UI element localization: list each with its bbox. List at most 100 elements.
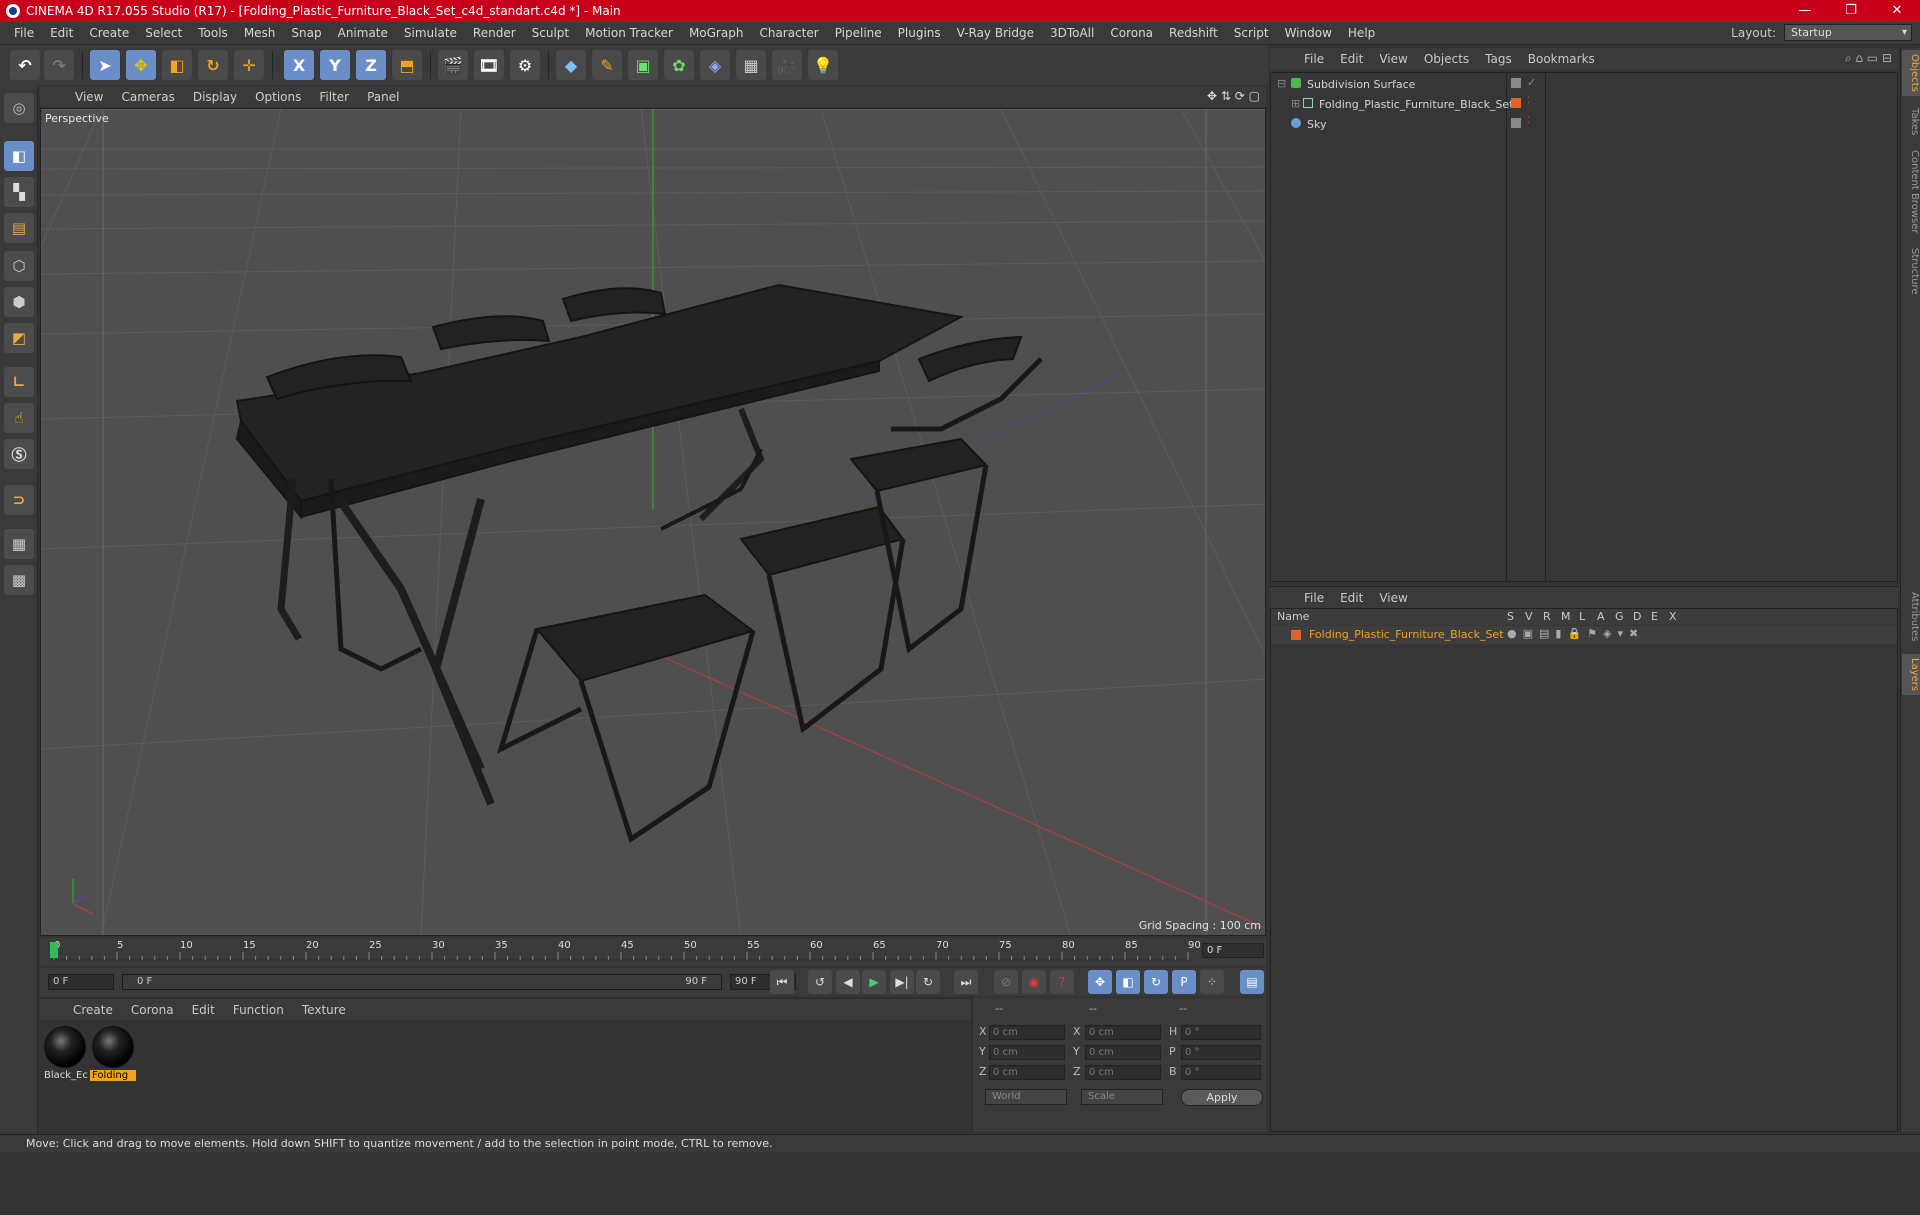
timeline-ruler[interactable]: 051015202530354045505560657075808590 0 F bbox=[40, 938, 1266, 966]
render-picture-viewer-icon[interactable]: 🎞 bbox=[474, 50, 504, 80]
key-position-icon[interactable]: ✥ bbox=[1088, 970, 1112, 994]
close-button[interactable]: ✕ bbox=[1874, 0, 1920, 22]
next-frame-icon[interactable]: ▶| bbox=[890, 970, 914, 994]
material-menu-create[interactable]: Create bbox=[64, 1003, 122, 1017]
play-icon[interactable]: ▶ bbox=[862, 970, 886, 994]
spline-pen-icon[interactable]: ✎ bbox=[592, 50, 622, 80]
viewport-menu-display[interactable]: Display bbox=[184, 90, 246, 104]
x-axis-lock-button[interactable]: X bbox=[284, 50, 314, 80]
polygons-mode-icon[interactable]: ◩ bbox=[4, 323, 34, 353]
viewport-menu-filter[interactable]: Filter bbox=[310, 90, 358, 104]
menu-3dtoall[interactable]: 3DToAll bbox=[1042, 26, 1102, 40]
menu-create[interactable]: Create bbox=[81, 26, 137, 40]
maximize-button[interactable]: ❐ bbox=[1828, 0, 1874, 22]
key-param-icon[interactable]: P bbox=[1172, 970, 1196, 994]
object-row[interactable]: ⊟ Subdivision Surface ✓ bbox=[1271, 75, 1897, 94]
menu-plugins[interactable]: Plugins bbox=[890, 26, 949, 40]
redo-icon[interactable]: ↷ bbox=[44, 50, 74, 80]
layers-menu-view[interactable]: View bbox=[1371, 591, 1415, 605]
tab-layers[interactable]: Layers bbox=[1902, 654, 1920, 696]
objects-menu-bookmarks[interactable]: Bookmarks bbox=[1520, 52, 1603, 66]
enabled-check-icon[interactable]: ✓ bbox=[1527, 76, 1536, 89]
previous-key-icon[interactable]: ↺ bbox=[808, 970, 832, 994]
rotation-b-field[interactable]: 0 ° bbox=[1181, 1065, 1261, 1080]
scale-icon[interactable]: ◧ bbox=[162, 50, 192, 80]
layout-select[interactable]: Startup bbox=[1784, 24, 1912, 41]
magnet-icon[interactable]: ⊃ bbox=[4, 485, 34, 515]
z-axis-lock-button[interactable]: Z bbox=[356, 50, 386, 80]
object-row[interactable]: Sky ⁚ bbox=[1271, 115, 1897, 134]
menu-select[interactable]: Select bbox=[137, 26, 190, 40]
menu-snap[interactable]: Snap bbox=[283, 26, 329, 40]
menu-help[interactable]: Help bbox=[1340, 26, 1383, 40]
objects-menu-view[interactable]: View bbox=[1371, 52, 1415, 66]
apply-button[interactable]: Apply bbox=[1181, 1089, 1263, 1106]
tab-attributes[interactable]: Attributes bbox=[1902, 588, 1920, 645]
y-axis-lock-button[interactable]: Y bbox=[320, 50, 350, 80]
go-to-start-icon[interactable]: ⏮ bbox=[770, 970, 794, 994]
rotation-h-field[interactable]: 0 ° bbox=[1181, 1025, 1261, 1040]
light-bulb-icon[interactable]: 💡 bbox=[808, 50, 838, 80]
cube-primitive-icon[interactable]: ◆ bbox=[556, 50, 586, 80]
menu-sculpt[interactable]: Sculpt bbox=[524, 26, 577, 40]
objects-menu-edit[interactable]: Edit bbox=[1332, 52, 1371, 66]
layers-menu-edit[interactable]: Edit bbox=[1332, 591, 1371, 605]
tab-takes[interactable]: Takes bbox=[1902, 104, 1920, 139]
menu-tools[interactable]: Tools bbox=[190, 26, 236, 40]
material-swatch[interactable]: Black_Ec bbox=[42, 1024, 88, 1082]
viewport-nav-icons[interactable]: ✥ ⇅ ⟳ ▢ bbox=[1207, 89, 1260, 103]
position-x-field[interactable]: 0 cm bbox=[989, 1025, 1065, 1040]
viewport-menu-view[interactable]: View bbox=[66, 90, 112, 104]
cloner-icon[interactable]: ✿ bbox=[664, 50, 694, 80]
start-frame-field[interactable]: 0 F bbox=[48, 974, 114, 990]
layer-tag-icon[interactable] bbox=[1511, 118, 1521, 128]
live-transform-icon[interactable]: ✛ bbox=[234, 50, 264, 80]
collapse-icon[interactable]: ⊟ bbox=[1277, 77, 1286, 90]
material-swatch-selected[interactable]: Folding bbox=[90, 1024, 136, 1082]
menu-pipeline[interactable]: Pipeline bbox=[827, 26, 890, 40]
menu-character[interactable]: Character bbox=[751, 26, 826, 40]
objects-menu-file[interactable]: File bbox=[1296, 52, 1332, 66]
rotation-p-field[interactable]: 0 ° bbox=[1181, 1045, 1261, 1060]
layer-color-swatch[interactable] bbox=[1511, 98, 1521, 108]
search-home-icons[interactable]: ⌕ ⌂ ▭ ⊟ bbox=[1845, 51, 1892, 66]
render-settings-icon[interactable]: ⚙ bbox=[510, 50, 540, 80]
previous-frame-icon[interactable]: ◀ bbox=[836, 970, 860, 994]
visibility-dots-icon[interactable]: ⁚ bbox=[1527, 96, 1530, 106]
preview-range-slider[interactable]: 0 F 90 F bbox=[122, 974, 722, 990]
autokey-icon[interactable]: ◉ bbox=[1022, 970, 1046, 994]
menu-script[interactable]: Script bbox=[1226, 26, 1277, 40]
layer-tag-icon[interactable] bbox=[1511, 78, 1521, 88]
material-menu-function[interactable]: Function bbox=[224, 1003, 293, 1017]
select-arrow-icon[interactable]: ➤ bbox=[90, 50, 120, 80]
menu-render[interactable]: Render bbox=[465, 26, 524, 40]
minimize-button[interactable]: — bbox=[1782, 0, 1828, 22]
go-to-end-icon[interactable]: ⏭ bbox=[954, 970, 978, 994]
material-menu-corona[interactable]: Corona bbox=[122, 1003, 183, 1017]
keyframe-selection-icon[interactable]: ? bbox=[1050, 970, 1074, 994]
material-menu-edit[interactable]: Edit bbox=[183, 1003, 224, 1017]
points-mode-icon[interactable]: ⬡ bbox=[4, 251, 34, 281]
key-scale-icon[interactable]: ◧ bbox=[1116, 970, 1140, 994]
next-key-icon[interactable]: ↻ bbox=[916, 970, 940, 994]
render-view-icon[interactable]: 🎬 bbox=[438, 50, 468, 80]
edges-mode-icon[interactable]: ⬢ bbox=[4, 287, 34, 317]
key-pla-icon[interactable]: ⁘ bbox=[1200, 970, 1224, 994]
objects-menu-tags[interactable]: Tags bbox=[1477, 52, 1520, 66]
deformer-icon[interactable]: ◈ bbox=[700, 50, 730, 80]
tab-content-browser[interactable]: Content Browser bbox=[1902, 146, 1920, 237]
viewport-menu-cameras[interactable]: Cameras bbox=[112, 90, 183, 104]
menu-motion-tracker[interactable]: Motion Tracker bbox=[577, 26, 681, 40]
tweak-mode-icon[interactable]: ☝ bbox=[4, 403, 34, 433]
key-rotation-icon[interactable]: ↻ bbox=[1144, 970, 1168, 994]
viewport-menu-options[interactable]: Options bbox=[246, 90, 310, 104]
move-icon[interactable]: ✥ bbox=[126, 50, 156, 80]
tab-structure[interactable]: Structure bbox=[1902, 244, 1920, 299]
subdivision-surface-icon[interactable]: ▣ bbox=[628, 50, 658, 80]
model-mode-icon[interactable]: ◧ bbox=[4, 141, 34, 171]
material-menu-texture[interactable]: Texture bbox=[293, 1003, 355, 1017]
object-row[interactable]: ⊞ Folding_Plastic_Furniture_Black_Set ⁚ bbox=[1271, 95, 1897, 114]
layer-name[interactable]: Folding_Plastic_Furniture_Black_Set bbox=[1309, 628, 1504, 641]
make-editable-icon[interactable]: ◎ bbox=[4, 93, 34, 123]
menu-mesh[interactable]: Mesh bbox=[236, 26, 284, 40]
